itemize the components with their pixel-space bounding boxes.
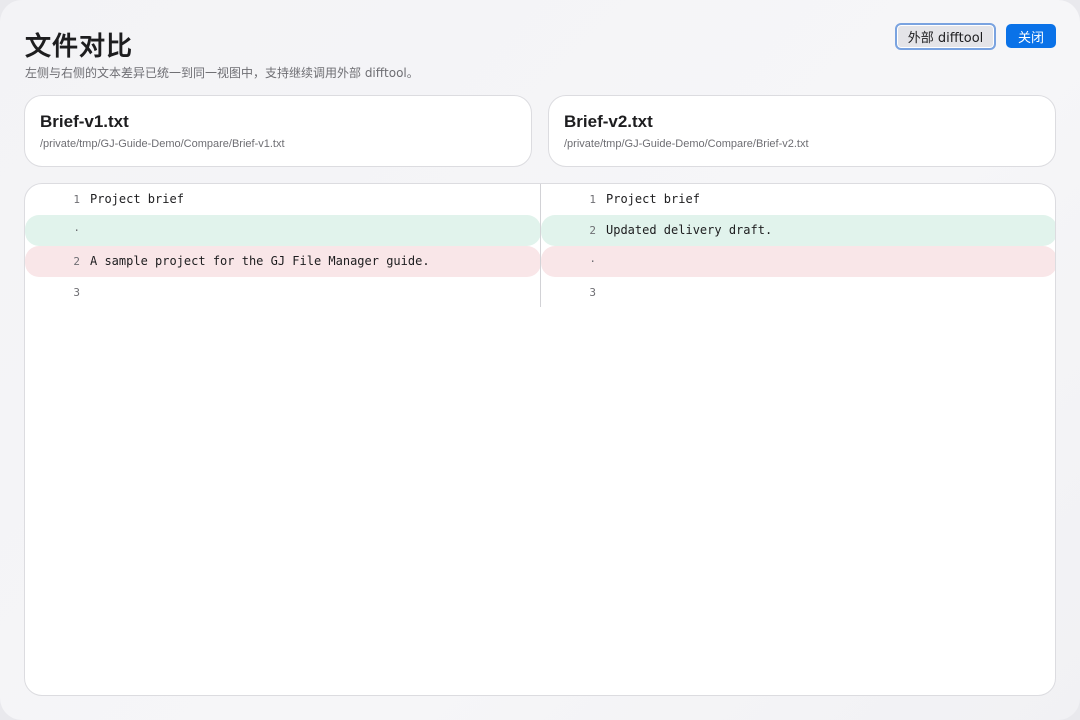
line-number: 3 [589,286,596,299]
left-file-card: Brief-v1.txt /private/tmp/GJ-Guide-Demo/… [24,95,532,167]
line-number: 3 [73,286,80,299]
line-text: Project brief [90,192,184,206]
external-difftool-button[interactable]: 外部 difftool [895,23,996,50]
left-file-path: /private/tmp/GJ-Guide-Demo/Compare/Brief… [40,138,285,150]
right-file-name: Brief-v2.txt [564,112,653,131]
right-file-path: /private/tmp/GJ-Guide-Demo/Compare/Brief… [564,138,809,150]
diff-row-added: 2 Updated delivery draft. [541,215,1055,246]
close-button[interactable]: 关闭 [1006,24,1056,48]
line-number: 2 [589,224,596,237]
diff-row: 3 [25,277,541,308]
line-text: Project brief [606,192,700,206]
right-diff-pane: 1 Project brief 2 Updated delivery draft… [541,184,1055,308]
page-title: 文件对比 [25,32,134,62]
diff-view[interactable]: 1 Project brief · 2 A sample project for… [24,183,1056,696]
diff-row-placeholder: · [25,215,541,246]
line-number: 1 [589,193,596,206]
line-number: · [73,224,80,237]
right-file-card: Brief-v2.txt /private/tmp/GJ-Guide-Demo/… [548,95,1056,167]
diff-row: 1 Project brief [25,184,541,215]
diff-row-removed: 2 A sample project for the GJ File Manag… [25,246,541,277]
line-number: · [589,255,596,268]
diff-row-placeholder: · [541,246,1055,277]
diff-row: 1 Project brief [541,184,1055,215]
line-number: 2 [73,255,80,268]
page-subtitle: 左侧与右侧的文本差异已统一到同一视图中，支持继续调用外部 difftool。 [25,66,419,80]
line-text: Updated delivery draft. [606,223,773,237]
left-diff-pane: 1 Project brief · 2 A sample project for… [25,184,541,308]
line-text: A sample project for the GJ File Manager… [90,254,430,268]
diff-row: 3 [541,277,1055,308]
line-number: 1 [73,193,80,206]
left-file-name: Brief-v1.txt [40,112,129,131]
file-compare-window: 文件对比 左侧与右侧的文本差异已统一到同一视图中，支持继续调用外部 diffto… [0,0,1080,720]
